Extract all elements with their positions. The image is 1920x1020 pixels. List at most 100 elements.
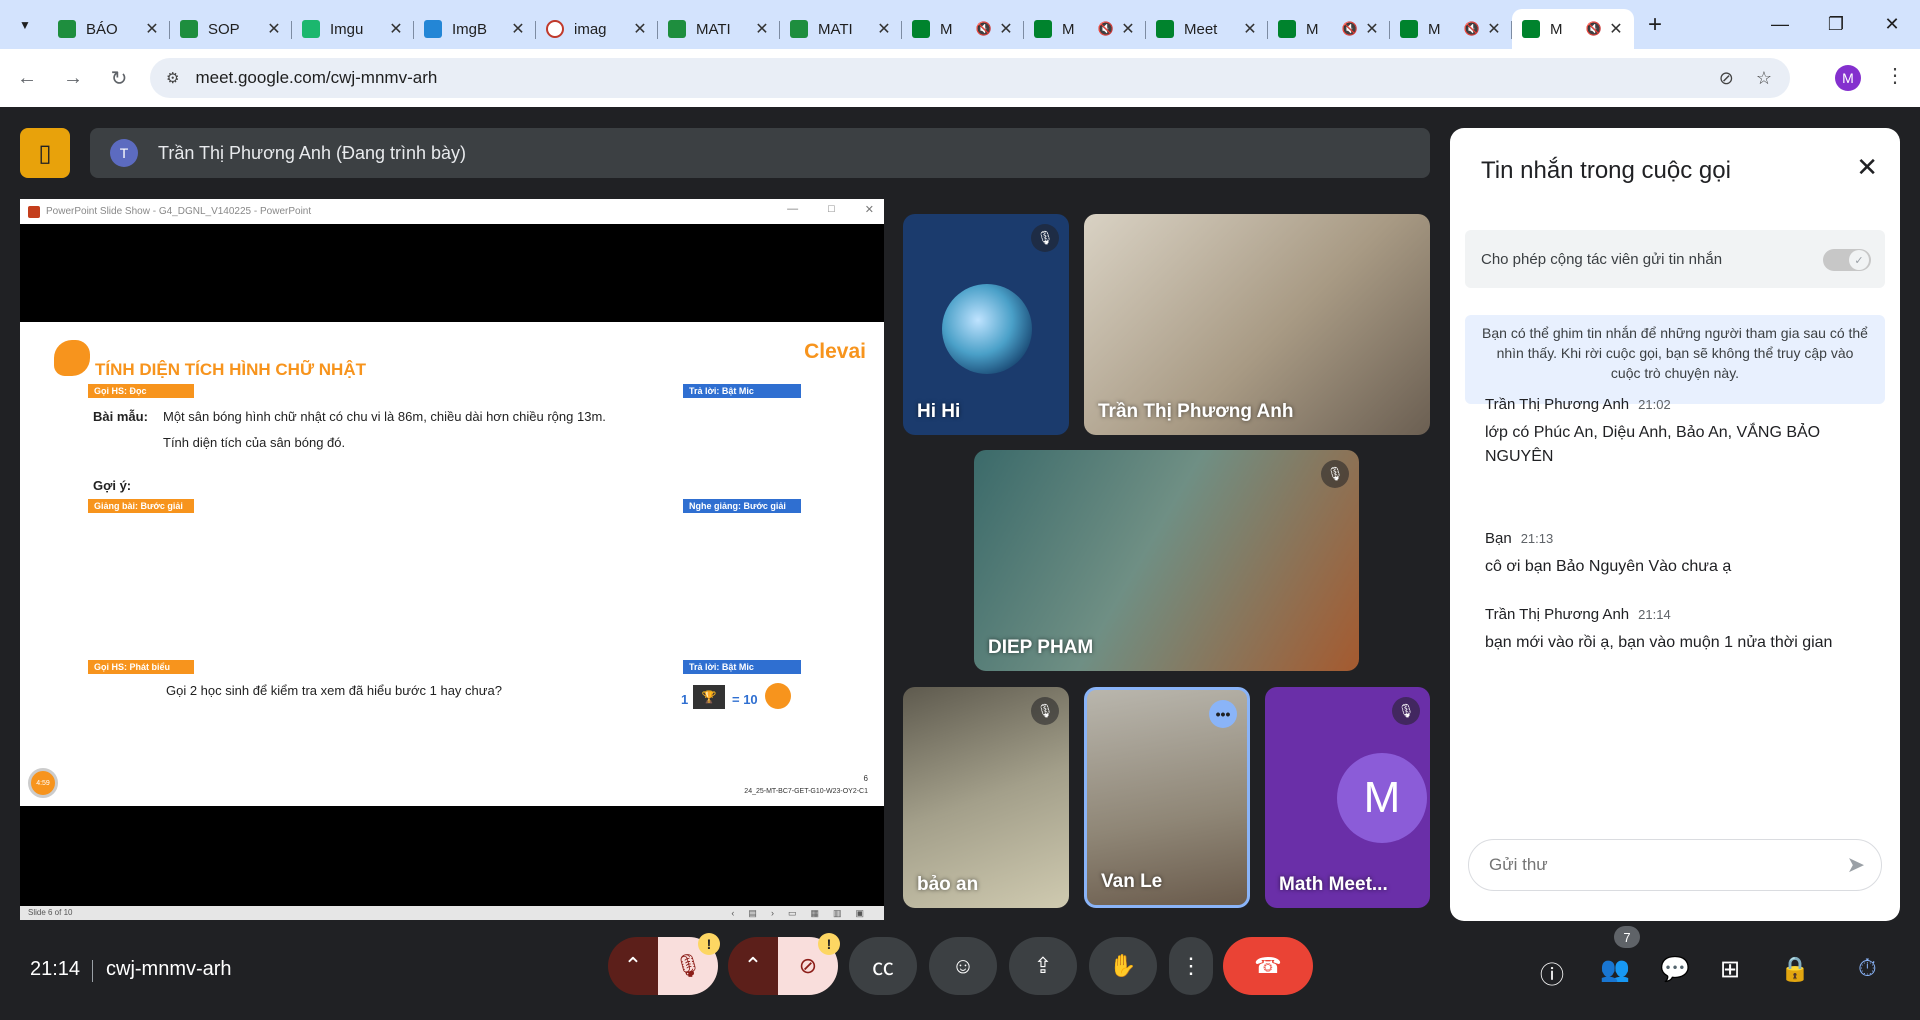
tag-nghe-giang: Nghe giảng: Bước giải [683, 499, 801, 513]
new-tab-plus-icon[interactable]: + [1648, 11, 1662, 39]
close-tab-icon[interactable]: ✕ [510, 19, 526, 39]
ppt-close-icon: ✕ [864, 204, 874, 216]
meeting-clock: 21:14 [30, 958, 81, 980]
profile-avatar[interactable]: M [1835, 65, 1861, 91]
slide-code: 24_25-MT-BC7-GET-G10-W23-OY2-C1 [744, 788, 868, 795]
forward-arrow-icon[interactable]: → [54, 59, 92, 97]
close-tab-icon[interactable]: ✕ [1364, 19, 1380, 39]
audio-options-chevron-up-icon[interactable]: ⌃ [608, 937, 658, 995]
message-text: bạn mới vào rồi ạ, bạn vào muộn 1 nửa th… [1485, 634, 1833, 651]
host-controls-lock-icon[interactable]: 🔒 [1780, 955, 1810, 984]
ppt-restore-icon: □ [828, 203, 835, 215]
browser-tab[interactable]: M 🔇 ✕ [902, 9, 1024, 49]
reactions-button[interactable]: ☺ [929, 937, 997, 995]
chat-message-input[interactable] [1489, 855, 1809, 875]
participant-name: DIEP PHAM [988, 637, 1094, 658]
browser-tab[interactable]: SOP ✕ [170, 9, 292, 49]
message-sender: Trần Thị Phương Anh [1485, 396, 1630, 413]
browser-tab[interactable]: MATI ✕ [780, 9, 902, 49]
close-tab-icon[interactable]: ✕ [876, 19, 892, 39]
close-tab-icon[interactable]: ✕ [754, 19, 770, 39]
present-screen-button[interactable]: ⇪ [1009, 937, 1077, 995]
close-icon[interactable]: ✕ [1856, 152, 1878, 183]
reload-icon[interactable]: ↻ [100, 59, 138, 97]
mouse-cursor-icon: ↖ [872, 781, 883, 795]
muted-tab-icon[interactable]: 🔇 [1464, 21, 1480, 37]
close-tab-icon[interactable]: ✕ [1486, 19, 1502, 39]
close-tab-icon[interactable]: ✕ [144, 19, 160, 39]
leave-call-button[interactable]: ☎ [1223, 937, 1313, 995]
muted-tab-icon[interactable]: 🔇 [1098, 21, 1114, 37]
participant-tile[interactable]: 🎙 bảo an [903, 687, 1069, 908]
reading-view-icon: ▥ [832, 908, 842, 918]
browser-tab[interactable]: Meet ✕ [1146, 9, 1268, 49]
minimize-icon[interactable]: — [1752, 0, 1808, 49]
site-settings-icon[interactable]: ⚙ [166, 69, 179, 87]
chat-icon[interactable]: 💬 [1660, 955, 1690, 984]
restore-icon[interactable]: ❐ [1808, 0, 1864, 49]
slide-title: TÍNH DIỆN TÍCH HÌNH CHỮ NHẬT [95, 360, 366, 379]
back-arrow-icon[interactable]: ← [8, 59, 46, 97]
participant-tile[interactable]: M 🎙 Math Meet... [1265, 687, 1430, 908]
close-tab-icon[interactable]: ✕ [266, 19, 282, 39]
browser-tab[interactable]: M 🔇 ✕ [1024, 9, 1146, 49]
captions-icon: ㏄ [871, 955, 894, 980]
participant-tile[interactable]: 🎙 Hi Hi [903, 214, 1069, 435]
reward-value: = 10 [732, 692, 758, 707]
presentation-screen: PowerPoint Slide Show - G4_DGNL_V140225 … [20, 199, 884, 920]
layout-icon[interactable]: ▯ [20, 128, 70, 178]
tag-goi-phat-bieu: Gọi HS: Phát biểu [88, 660, 194, 674]
camera-off-icon: ⊘ [798, 953, 818, 978]
close-window-icon[interactable]: ✕ [1864, 0, 1920, 49]
participant-tile[interactable]: 🎙 DIEP PHAM [974, 450, 1359, 671]
more-options-icon[interactable]: ••• [1209, 700, 1237, 728]
meet-icon [912, 20, 930, 38]
browser-tab[interactable]: ImgB ✕ [414, 9, 536, 49]
send-icon[interactable]: ➤ [1847, 852, 1865, 878]
close-tab-icon[interactable]: ✕ [1608, 19, 1624, 39]
browser-tab[interactable]: M 🔇 ✕ [1268, 9, 1390, 49]
tab-list: BÁO ✕ SOP ✕ Imgu ✕ ImgB ✕ imag ✕ MATI ✕ MATI ✕ … [48, 9, 1634, 49]
close-tab-icon[interactable]: ✕ [388, 19, 404, 39]
browser-tab[interactable]: MATI ✕ [658, 9, 780, 49]
browser-menu-icon[interactable]: ⋮ [1885, 63, 1905, 88]
activities-grid-icon[interactable]: ⊞ [1720, 955, 1740, 984]
clevai-logo: Clevai [804, 340, 866, 363]
more-options-button[interactable]: ⋮ [1169, 937, 1213, 995]
browser-tab[interactable]: BÁO ✕ [48, 9, 170, 49]
tab-title: imag [574, 20, 607, 38]
browser-tab-active[interactable]: M 🔇 ✕ [1512, 9, 1634, 49]
close-tab-icon[interactable]: ✕ [998, 19, 1014, 39]
browser-tab-strip: ▼ BÁO ✕ SOP ✕ Imgu ✕ ImgB ✕ imag ✕ MATI ✕ MATI… [0, 0, 1920, 49]
browser-tab[interactable]: M 🔇 ✕ [1390, 9, 1512, 49]
bookmark-star-icon[interactable]: ☆ [1756, 68, 1772, 89]
muted-tab-icon[interactable]: 🔇 [1586, 21, 1602, 37]
acorn-icon [765, 683, 791, 709]
muted-tab-icon[interactable]: 🔇 [976, 21, 992, 37]
camera-blocked-icon[interactable]: ⊘ [1719, 68, 1734, 89]
close-tab-icon[interactable]: ✕ [632, 19, 648, 39]
tag-tra-loi: Trả lời: Bật Mic [683, 384, 801, 398]
participant-tile[interactable]: ••• Van Le [1084, 687, 1250, 908]
close-tab-icon[interactable]: ✕ [1242, 19, 1258, 39]
tag-goi-doc: Gọi HS: Đọc [88, 384, 194, 398]
meeting-details-info-icon[interactable]: ⓘ [1540, 955, 1564, 990]
browser-tab[interactable]: Imgu ✕ [292, 9, 414, 49]
allow-messages-toggle[interactable]: ✓ [1823, 249, 1871, 271]
tab-search-chevron-down-icon[interactable]: ▼ [12, 12, 38, 38]
people-icon[interactable]: 👥 [1600, 955, 1630, 984]
captions-button[interactable]: ㏄ [849, 937, 917, 995]
timer-icon[interactable]: ⏱ [1858, 955, 1877, 983]
mic-off-icon: 🎙 [1031, 224, 1059, 252]
tab-title: MATI [818, 20, 853, 38]
participant-name: Hi Hi [917, 401, 961, 422]
address-bar[interactable]: ⚙ meet.google.com/cwj-mnmv-arh ⊘ ☆ [150, 58, 1790, 98]
participant-tile[interactable]: Trần Thị Phương Anh [1084, 214, 1430, 435]
close-tab-icon[interactable]: ✕ [1120, 19, 1136, 39]
muted-tab-icon[interactable]: 🔇 [1342, 21, 1358, 37]
video-options-chevron-up-icon[interactable]: ⌃ [728, 937, 778, 995]
url-text[interactable]: meet.google.com/cwj-mnmv-arh [195, 68, 437, 88]
raise-hand-button[interactable]: ✋ [1089, 937, 1157, 995]
chat-message: Trần Thị Phương Anh 21:14 bạn mới vào rồi… [1485, 606, 1880, 655]
browser-tab[interactable]: imag ✕ [536, 9, 658, 49]
